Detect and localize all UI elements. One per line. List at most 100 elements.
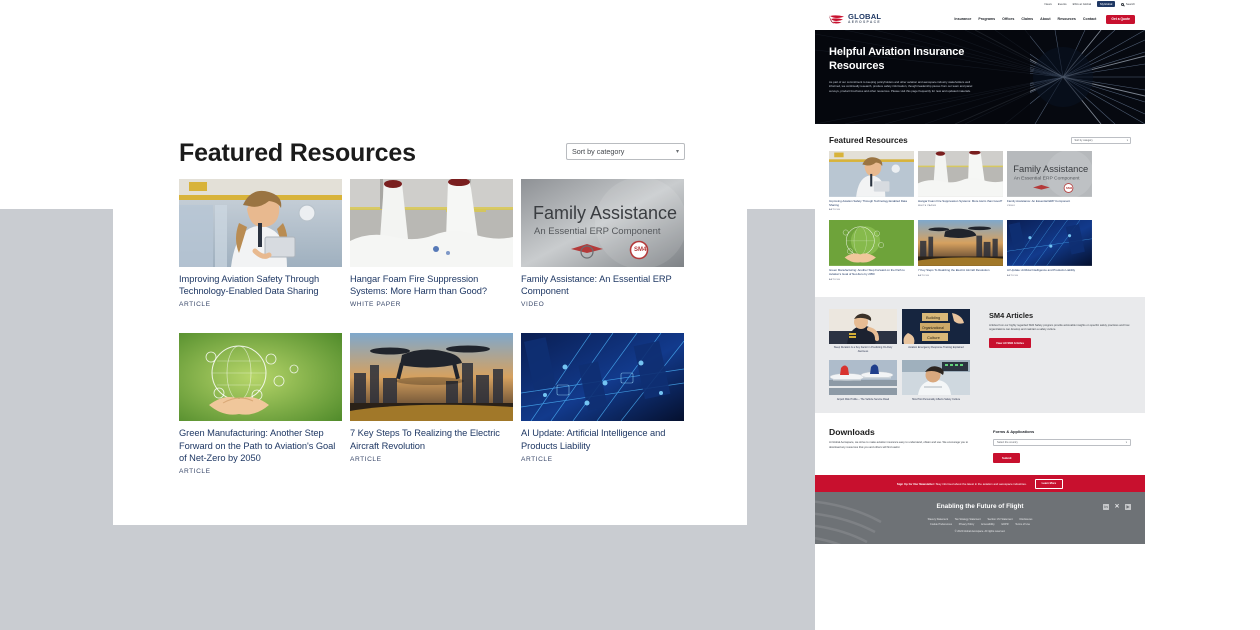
footer-link-slavery-statement[interactable]: Slavery Statement (928, 518, 948, 521)
sm4-articles-section: Sleep Duration Is a Key Factor in Predic… (815, 296, 1145, 414)
resource-kind-label: ARTICLE (179, 468, 211, 476)
nav-item-about[interactable]: About (1040, 17, 1050, 21)
resource-thumbnail (179, 178, 342, 267)
chevron-down-icon: ▾ (1125, 441, 1127, 445)
newsletter-signup-bar: Sign Up for Our Newsletter: Stay informe… (815, 475, 1145, 493)
footer-links-row-2: Cookie Preferences Privacy Policy Access… (829, 523, 1131, 528)
logo[interactable]: GLOBAL AEROSPACE (829, 13, 881, 25)
footer-link-terms-of-use[interactable]: Terms of Use (1015, 523, 1030, 526)
linkedin-icon[interactable]: in (1103, 503, 1109, 510)
nav-item-resources[interactable]: Resources (1058, 17, 1076, 21)
utility-nav-events[interactable]: Events (1058, 2, 1067, 6)
nav-item-contact[interactable]: Contact (1083, 17, 1096, 21)
resource-kind-label: ARTICLE (179, 301, 211, 309)
businesswoman-with-tablet-in-airport-image (829, 151, 914, 197)
resource-title: Hangar Foam Fire Suppression Systems: Mo… (350, 273, 488, 297)
footer-link-cookie-preferences[interactable]: Cookie Preferences (930, 523, 952, 526)
resource-card[interactable]: Hangar Foam Fire Suppression Systems: Mo… (350, 178, 513, 308)
resource-card[interactable]: Family Assistance An Essential ERP Compo… (1007, 151, 1092, 211)
resource-card[interactable]: Green Manufacturing: Another Step Forwar… (829, 220, 914, 281)
full-page-screenshot: News Events ESG at Global MyGlobal Searc… (815, 0, 1145, 630)
resource-card[interactable]: Green Manufacturing: Another Step Forwar… (179, 333, 342, 475)
nav-item-offices[interactable]: Offices (1002, 17, 1014, 21)
sort-select-value: Sort by category (572, 147, 625, 156)
utility-nav-myglobal[interactable]: MyGlobal (1097, 1, 1116, 7)
main-nav: GLOBAL AEROSPACE Insurance Programs Offi… (815, 8, 1145, 30)
family-assistance-video-title-card-image: Family Assistance An Essential ERP Compo… (521, 178, 684, 267)
footer-link-disclosures[interactable]: Disclosures (1019, 518, 1032, 521)
resource-card[interactable]: Hangar Foam Fire Suppression Systems: Mo… (918, 151, 1003, 211)
footer-link-section-172[interactable]: Section 172 Statement (987, 518, 1012, 521)
svg-text:An Essential ERP Component: An Essential ERP Component (534, 226, 661, 237)
sm4-article-thumbnail: Building Organizational Culture (902, 308, 970, 344)
nav-item-programs[interactable]: Programs (978, 17, 995, 21)
resource-title: 7 Key Steps To Realizing the Electric Ai… (918, 268, 990, 273)
submit-button[interactable]: Submit (993, 453, 1021, 464)
resource-title: Family Assistance: An Essential ERP Comp… (1007, 199, 1071, 203)
resource-card[interactable]: Family Assistance An Essential ERP Compo… (521, 178, 684, 308)
resource-title: 7 Key Steps To Realizing the Electric Ai… (350, 428, 500, 451)
resource-card[interactable]: AI Update: Artificial Intelligence and P… (1007, 220, 1092, 280)
sm4-row: Airport Risk Profile – The Vehicle Servi… (829, 360, 977, 401)
sm4-section-title: SM4 Articles (989, 310, 1034, 320)
resource-kind-label: ARTICLE (350, 455, 382, 463)
zoom-preview-stage: Featured Resources Sort by category ▾ Im… (0, 0, 815, 630)
parked-airliners-at-gate-image (829, 360, 897, 396)
search-button[interactable]: Search (1121, 2, 1135, 6)
youtube-icon[interactable]: ▶ (1125, 503, 1131, 510)
resource-grid-row-2: Green Manufacturing: Another Step Forwar… (179, 333, 685, 475)
sort-by-category-select[interactable]: Sort by category ▾ (566, 143, 685, 160)
nav-item-claims[interactable]: Claims (1021, 17, 1033, 21)
country-select[interactable]: Select the country ▾ (993, 439, 1131, 447)
featured-resources-section: Featured Resources Sort by category ▾ Im… (815, 124, 1145, 297)
sm4-article-card[interactable]: How Pilot Personality Affects Safety Cul… (902, 360, 970, 401)
sm4-article-card[interactable]: Building Organizational Culture Aviation… (902, 308, 970, 354)
sm4-copy: SM4 Articles Articles from our highly re… (989, 309, 1131, 402)
forms-applications-form: Forms & Applications Select the country … (993, 427, 1131, 464)
utility-nav-news[interactable]: News (1045, 2, 1052, 6)
learn-more-button[interactable]: Learn More (1034, 478, 1064, 489)
global-aerospace-swoosh-icon (829, 14, 844, 24)
newsletter-body-label: Stay informed about the latest in the av… (934, 481, 1027, 486)
resource-thumbnail: Family Assistance An Essential ERP Compo… (521, 178, 684, 267)
main-nav-links: Insurance Programs Offices Claims About … (954, 14, 1135, 24)
search-label: Search (1125, 2, 1135, 6)
chevron-down-icon: ▾ (1126, 139, 1128, 142)
resource-card[interactable]: 7 Key Steps To Realizing the Electric Ai… (918, 220, 1003, 280)
country-select-value: Select the country (997, 441, 1018, 445)
resource-thumbnail: Family Assistance An Essential ERP Compo… (1007, 151, 1092, 197)
family-assistance-video-title-card-image: Family Assistance An Essential ERP Compo… (1007, 151, 1092, 197)
featured-grid-row-1: Improving Aviation Safety Through Techno… (829, 151, 1131, 211)
view-all-sm4-articles-button[interactable]: View All SM4 Articles (989, 338, 1032, 349)
resource-thumbnail (918, 220, 1003, 267)
pilot-in-cockpit-image (902, 360, 970, 396)
footer-link-tax-strategy[interactable]: Tax Strategy Statement (955, 518, 981, 521)
resource-card[interactable]: Improving Aviation Safety Through Techno… (829, 151, 914, 211)
sm4-article-card[interactable]: Airport Risk Profile – The Vehicle Servi… (829, 360, 897, 401)
resource-grid-row-1: Improving Aviation Safety Through Techno… (179, 178, 685, 309)
x-twitter-icon[interactable]: ✕ (1114, 504, 1120, 510)
building-organizational-culture-blocks-image: Building Organizational Culture (902, 308, 970, 344)
svg-text:Culture: Culture (927, 335, 941, 340)
featured-resources-header: Featured Resources Sort by category ▾ (179, 139, 685, 168)
sm4-paragraph: Articles from our highly regarded SM4 Sa… (989, 323, 1130, 331)
resource-thumbnail (350, 178, 513, 267)
downloads-copy: Downloads At Global Aerospace, we strive… (829, 427, 979, 463)
sort-by-category-select-small[interactable]: Sort by category ▾ (1071, 137, 1131, 144)
nav-item-insurance[interactable]: Insurance (954, 17, 971, 21)
brand-subtitle: AEROSPACE (848, 20, 881, 25)
footer-link-accessibility[interactable]: Accessibility (981, 523, 995, 526)
resource-kind-label: ARTICLE (521, 455, 553, 463)
footer-link-privacy-policy[interactable]: Privacy Policy (959, 523, 975, 526)
resource-thumbnail (521, 333, 684, 422)
get-a-quote-button[interactable]: Get a Quote (1106, 14, 1135, 24)
hangar-foam-discharge-image (350, 178, 513, 267)
resource-kind-label: WHITE PAPER (918, 205, 937, 208)
resource-card[interactable]: Improving Aviation Safety Through Techno… (179, 178, 342, 309)
resource-card[interactable]: AI Update: Artificial Intelligence and P… (521, 333, 684, 475)
footer-link-gdpr[interactable]: GDPR (1001, 523, 1008, 526)
resource-title: Green Manufacturing: Another Step Forwar… (829, 268, 905, 277)
utility-nav-esg[interactable]: ESG at Global (1073, 2, 1091, 6)
sm4-article-card[interactable]: Sleep Duration Is a Key Factor in Predic… (829, 308, 897, 354)
resource-card[interactable]: 7 Key Steps To Realizing the Electric Ai… (350, 333, 513, 475)
